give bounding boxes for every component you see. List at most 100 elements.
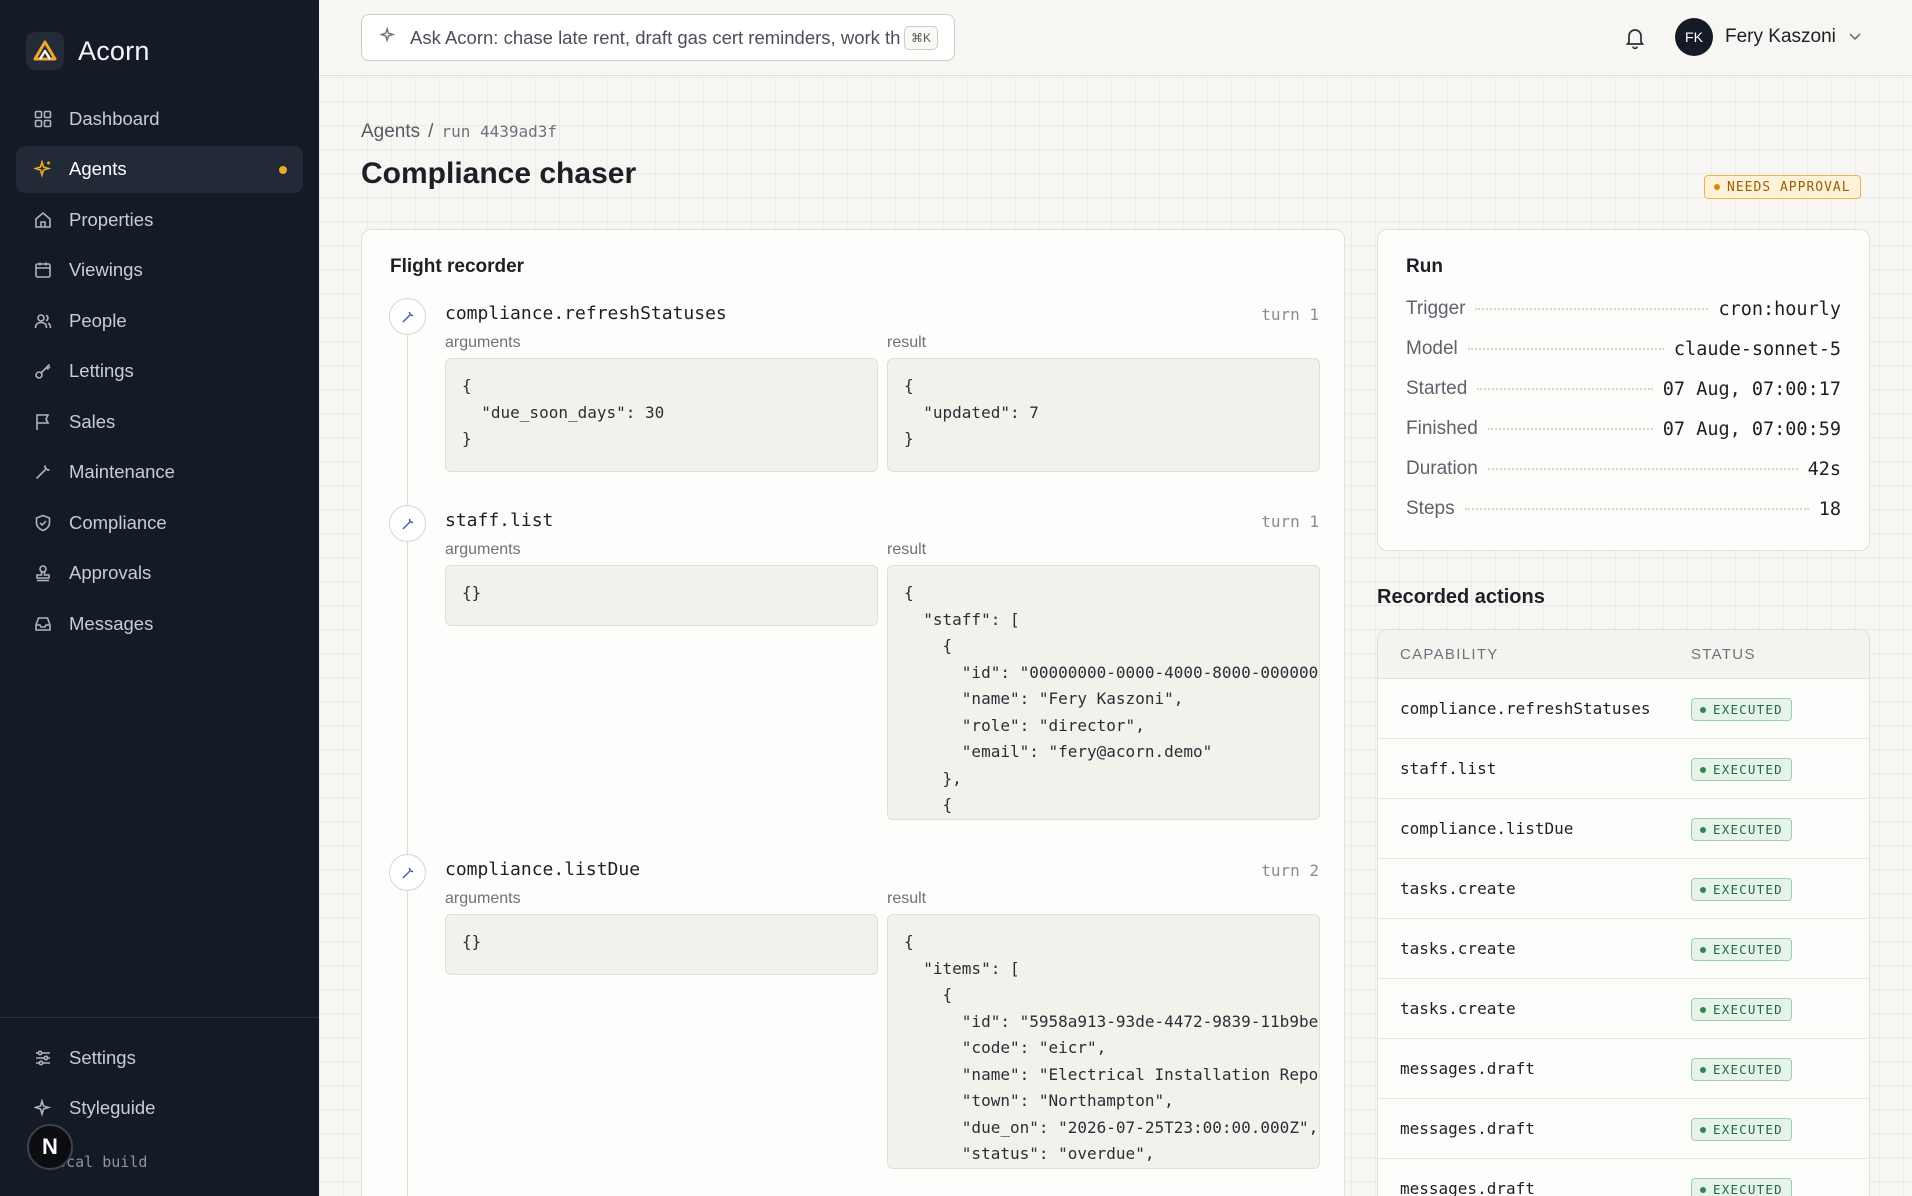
result-code[interactable]: { "items": [ { "id": "5958a913-93de-4472…	[887, 914, 1320, 1169]
arguments-label: arguments	[445, 334, 521, 351]
sidebar-item-label: Viewings	[69, 259, 143, 280]
search-placeholder: Ask Acorn: chase late rent, draft gas ce…	[410, 26, 900, 48]
grid-icon	[34, 110, 52, 128]
table-row[interactable]: tasks.create EXECUTED	[1378, 919, 1869, 979]
sidebar-item-label: Maintenance	[69, 461, 175, 482]
breadcrumb: Agents / run 4439ad3f	[361, 121, 557, 143]
turn-label: turn 1	[1261, 512, 1319, 531]
breadcrumb-parent-link[interactable]: Agents	[361, 121, 420, 143]
sidebar-item-maintenance[interactable]: Maintenance	[16, 449, 303, 496]
dotted-leader	[1464, 508, 1809, 510]
table-row[interactable]: messages.draft EXECUTED	[1378, 1159, 1869, 1196]
dotted-leader	[1487, 468, 1798, 470]
wrench-icon	[389, 854, 426, 891]
sidebar-item-label: Approvals	[69, 562, 152, 583]
brand[interactable]: Acorn	[26, 32, 150, 70]
sidebar-item-label: Styleguide	[69, 1097, 156, 1118]
calendar-icon	[34, 261, 52, 279]
dev-tools-badge[interactable]: N	[27, 1124, 73, 1170]
avatar: FK	[1675, 18, 1713, 56]
sparkle-icon	[34, 160, 52, 178]
sidebar-item-agents[interactable]: Agents	[16, 145, 303, 193]
sparkle-icon	[34, 1099, 52, 1117]
status-badge-label: NEEDS APPROVAL	[1727, 179, 1851, 195]
status-label: EXECUTED	[1713, 762, 1783, 777]
flight-recorder-card: Flight recorder compliance.refreshStatus…	[361, 229, 1345, 1196]
sidebar-item-label: People	[69, 309, 127, 331]
sidebar-item-sales[interactable]: Sales	[16, 398, 303, 445]
capability-cell: tasks.create	[1400, 999, 1516, 1018]
sidebar-item-people[interactable]: People	[16, 297, 303, 344]
acorn-logo-icon	[26, 32, 64, 70]
status-dot	[1700, 766, 1706, 773]
result-code[interactable]: { "updated": 7 }	[887, 358, 1320, 472]
bell-icon[interactable]	[1625, 27, 1645, 54]
sidebar-item-approvals[interactable]: Approvals	[16, 550, 303, 597]
capability-cell: messages.draft	[1400, 1179, 1535, 1196]
sidebar-item-settings[interactable]: Settings	[16, 1034, 303, 1081]
run-row-duration: Duration 42s	[1406, 456, 1841, 482]
table-row[interactable]: staff.list EXECUTED	[1378, 739, 1869, 799]
arguments-label: arguments	[445, 541, 521, 558]
turn-label: turn 1	[1261, 305, 1319, 324]
sidebar-item-viewings[interactable]: Viewings	[16, 247, 303, 294]
sidebar-item-dashboard[interactable]: Dashboard	[16, 95, 303, 142]
activity-dot	[279, 165, 287, 174]
status-label: EXECUTED	[1713, 1062, 1783, 1077]
result-label: result	[887, 541, 927, 558]
sidebar-item-lettings[interactable]: Lettings	[16, 348, 303, 395]
sidebar-item-label: Messages	[69, 612, 154, 634]
sidebar-divider	[0, 1017, 319, 1018]
status-label: EXECUTED	[1713, 822, 1783, 837]
status-dot	[1700, 886, 1706, 893]
status-badge: NEEDS APPROVAL	[1704, 175, 1861, 199]
table-row[interactable]: messages.draft EXECUTED	[1378, 1039, 1869, 1099]
table-row[interactable]: tasks.create EXECUTED	[1378, 859, 1869, 919]
breadcrumb-separator: /	[428, 121, 434, 142]
sidebar: Acorn Dashboard Agents Properties Viewin…	[0, 0, 319, 1196]
tool-name: compliance.refreshStatuses	[445, 303, 727, 324]
tool-name: compliance.listDue	[445, 859, 641, 880]
status-badge: EXECUTED	[1691, 1178, 1792, 1196]
capability-cell: messages.draft	[1400, 1119, 1535, 1138]
arguments-code[interactable]: {}	[445, 914, 878, 975]
sidebar-item-label: Lettings	[69, 360, 134, 381]
status-badge: EXECUTED	[1691, 1118, 1792, 1141]
status-dot	[1700, 1006, 1706, 1013]
table-row[interactable]: compliance.refreshStatuses EXECUTED	[1378, 679, 1869, 739]
arguments-code[interactable]: {}	[445, 565, 878, 626]
status-label: EXECUTED	[1713, 1002, 1783, 1017]
run-key: Model	[1406, 338, 1458, 359]
status-label: EXECUTED	[1713, 882, 1783, 897]
table-row[interactable]: tasks.create EXECUTED	[1378, 979, 1869, 1039]
dotted-leader	[1475, 308, 1709, 310]
capability-cell: compliance.refreshStatuses	[1400, 699, 1651, 718]
wrench-icon	[389, 505, 426, 542]
run-row-finished: Finished 07 Aug, 07:00:59	[1406, 416, 1841, 442]
sidebar-item-compliance[interactable]: Compliance	[16, 499, 303, 546]
run-key: Started	[1406, 378, 1468, 399]
sidebar-item-styleguide[interactable]: Styleguide	[16, 1085, 303, 1132]
user-menu[interactable]: FK Fery Kaszoni	[1675, 18, 1862, 56]
sidebar-item-label: Properties	[69, 208, 154, 230]
sidebar-item-properties[interactable]: Properties	[16, 196, 303, 243]
run-details-card: Run Trigger cron:hourly Model claude-sonne…	[1377, 229, 1870, 551]
status-dot	[1700, 1066, 1706, 1073]
arguments-code[interactable]: { "due_soon_days": 30 }	[445, 358, 878, 472]
status-dot	[1700, 946, 1706, 953]
sidebar-item-messages[interactable]: Messages	[16, 600, 303, 647]
recorded-actions-table: CAPABILITY STATUS compliance.refreshStat…	[1377, 629, 1870, 1196]
run-card-title: Run	[1406, 256, 1443, 277]
result-code[interactable]: { "staff": [ { "id": "00000000-0000-4000…	[887, 565, 1320, 820]
capability-cell: tasks.create	[1400, 939, 1516, 958]
table-row[interactable]: compliance.listDue EXECUTED	[1378, 799, 1869, 859]
status-dot	[1700, 826, 1706, 833]
status-badge: EXECUTED	[1691, 998, 1792, 1021]
inbox-icon	[34, 615, 52, 633]
status-dot	[1700, 706, 1706, 713]
search-input[interactable]: Ask Acorn: chase late rent, draft gas ce…	[361, 14, 955, 61]
sidebar-item-label: Compliance	[69, 511, 167, 533]
status-dot	[1700, 1186, 1706, 1193]
table-row[interactable]: messages.draft EXECUTED	[1378, 1099, 1869, 1159]
run-row-steps: Steps 18	[1406, 496, 1841, 522]
